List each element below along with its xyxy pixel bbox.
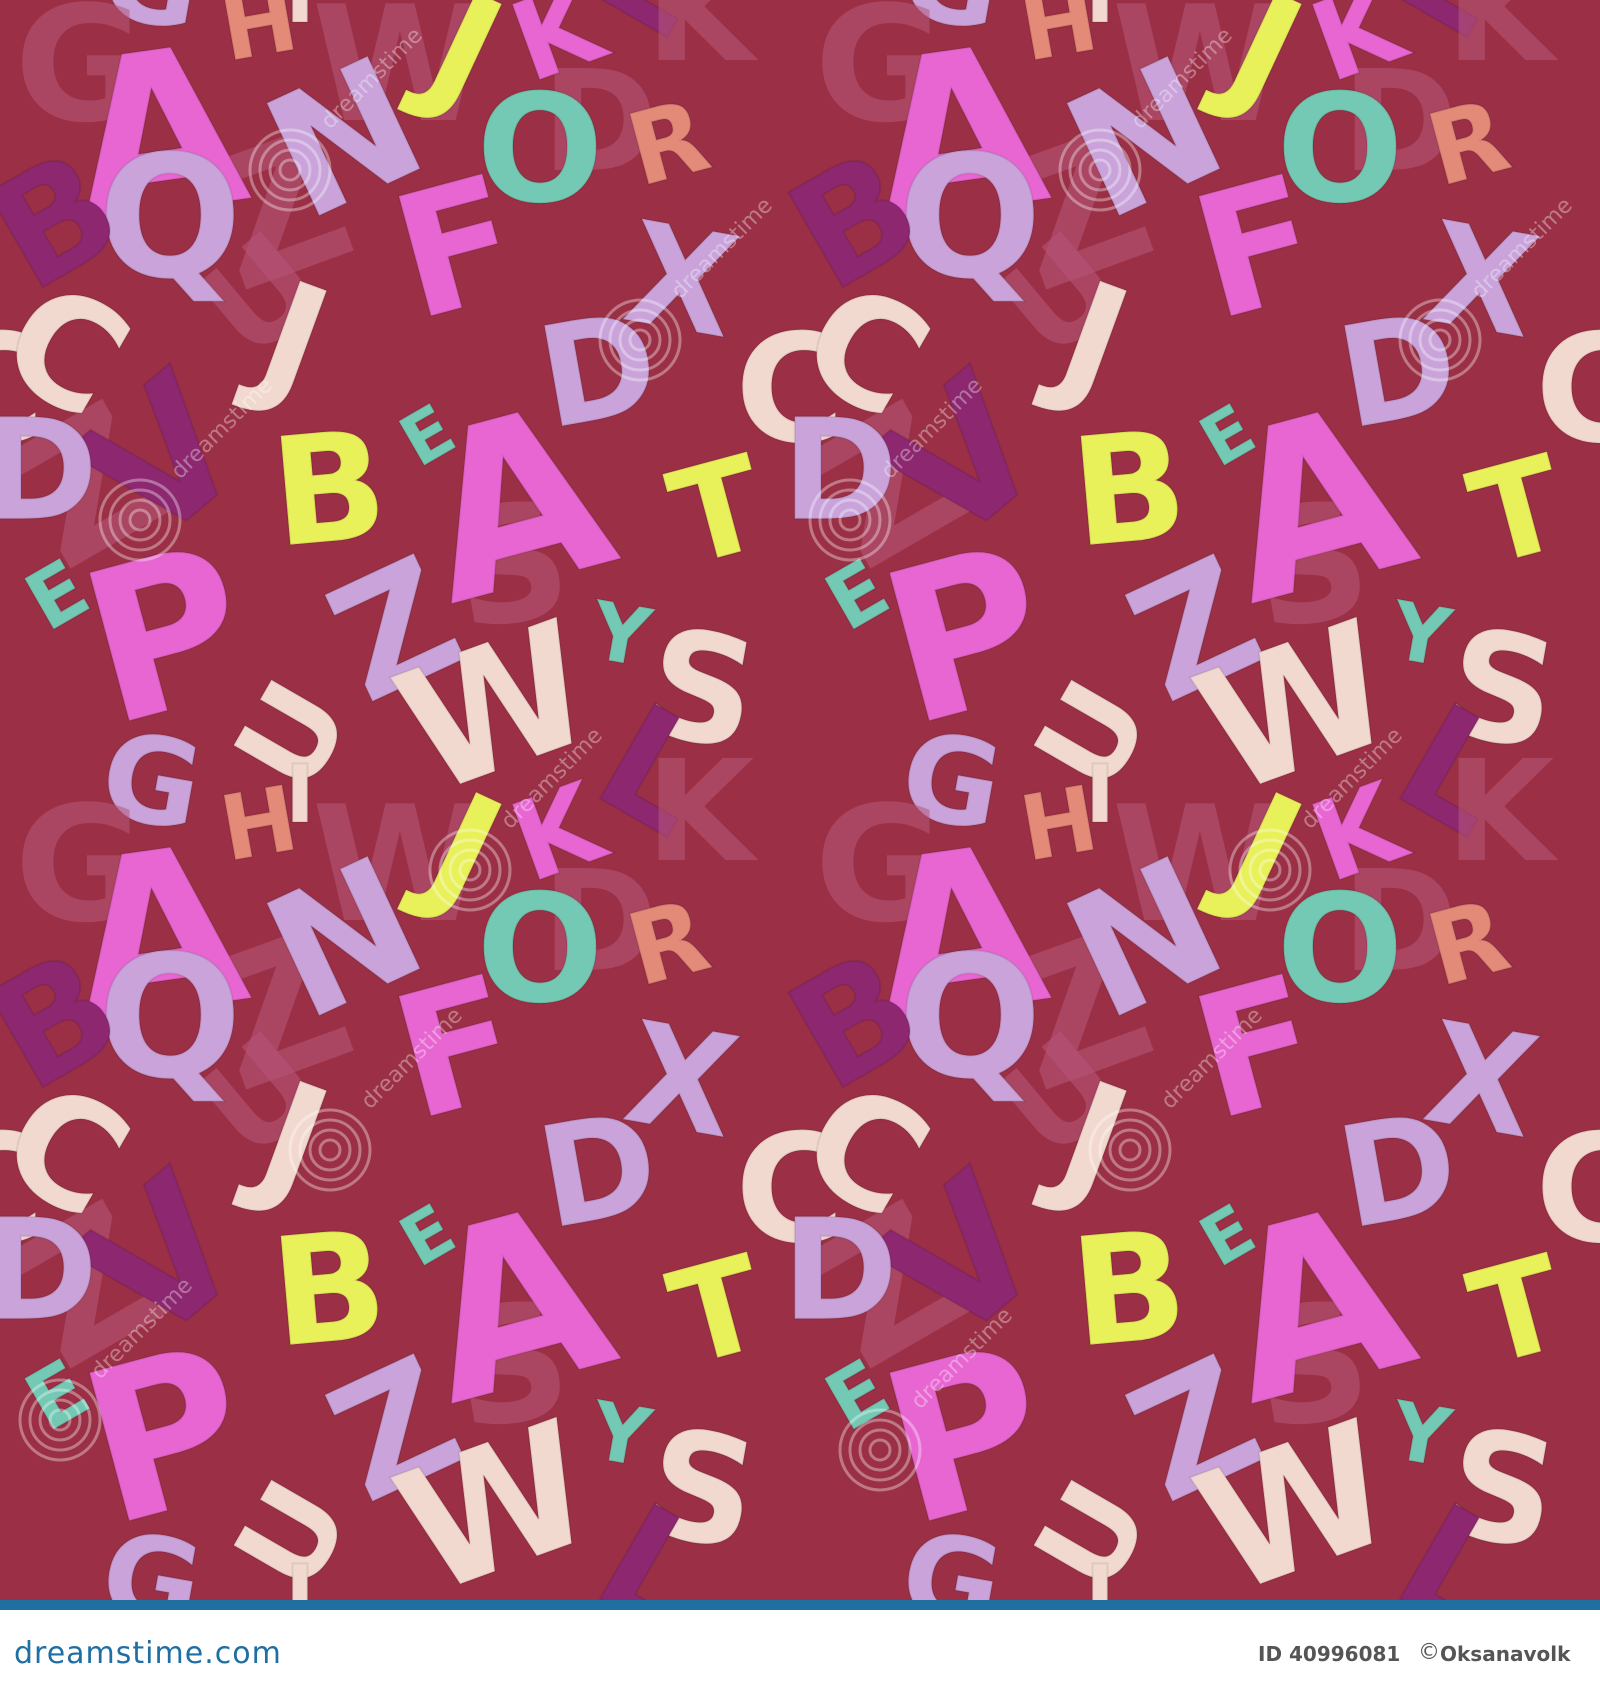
pattern-letter-d: D <box>0 1190 98 1353</box>
pattern-letter-i: I <box>1085 1548 1115 1600</box>
alphabet-pattern-canvas: ZUDZ SW KGAH JKN O RQB F XC J DVB A TDP ZW SUYEIGCLEZ… <box>0 0 1600 1600</box>
pattern-letter-c: C <box>1535 303 1600 477</box>
footer: dreamstime.com ID 40996081 © Oksanavolk <box>0 1600 1600 1690</box>
pattern-letter-i: I <box>285 1548 315 1600</box>
faint-letter-k: K <box>646 0 759 94</box>
image-id: ID 40996081 <box>1258 1642 1401 1666</box>
pattern-letter-d: D <box>0 390 98 553</box>
alphabet-pattern: ZUDZSWKGAHJKNORQBFXCJDVBATDPZWSUYEIGCLEZ… <box>0 0 1600 1600</box>
faint-letter-k: K <box>1446 731 1559 894</box>
pattern-letter-d: D <box>782 1190 898 1353</box>
dreamstime-logo: dreamstime.com <box>14 1636 282 1671</box>
faint-letter-k: K <box>646 731 759 894</box>
footer-accent-bar <box>0 1600 1600 1610</box>
copyright-icon: © <box>1418 1640 1440 1665</box>
pattern-letter-c: C <box>1535 1103 1600 1277</box>
author-name: Oksanavolk <box>1440 1642 1571 1666</box>
faint-letter-k: K <box>1446 0 1559 94</box>
